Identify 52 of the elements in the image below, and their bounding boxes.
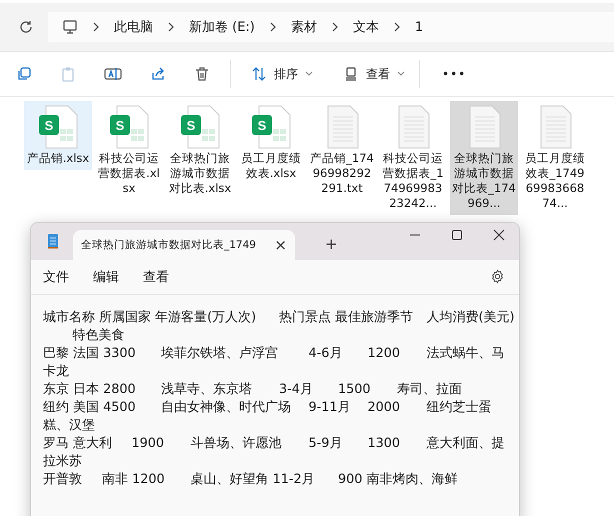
- text-line: 特色美食: [72, 327, 126, 345]
- file-item[interactable]: S 全球热门旅游城市数据对比表.xlsx: [166, 101, 234, 215]
- file-item[interactable]: 产品销_17496998292291.txt: [308, 101, 376, 215]
- text-line: 东京 日本 2800 浅草寺、东京塔 3-4月 1500 寿司、拉面: [43, 381, 463, 399]
- text-line: 开普敦 南非 1200 桌山、好望角 11-2月 900 南非烤肉、海鲜: [43, 471, 458, 489]
- caret-icon: [397, 71, 405, 77]
- address-bar[interactable]: 此电脑 新加卷 (E:) 素材 文本 1: [48, 12, 614, 42]
- settings-icon[interactable]: [490, 269, 505, 284]
- maximize-icon[interactable]: [451, 229, 463, 241]
- text-line: 拉米苏: [43, 453, 83, 471]
- file-item[interactable]: 全球热门旅游城市数据对比表_174969...: [450, 101, 518, 215]
- breadcrumb-item[interactable]: 1: [414, 20, 424, 34]
- chevron-icon: [167, 22, 175, 32]
- close-tab-button[interactable]: ×: [274, 236, 287, 254]
- text-line: 城市名称 所属国家 年游客量(万人次) 热门景点 最佳旅游季节 人均消费(美元): [43, 309, 516, 327]
- breadcrumb-item[interactable]: 素材: [290, 18, 317, 36]
- rename-icon[interactable]: [104, 66, 122, 82]
- caret-icon: [305, 71, 313, 77]
- sort-button[interactable]: 排序: [243, 62, 321, 86]
- text-line: 纽约 美国 4500 自由女神像、时代广场 9-11月 2000 纽约芝士蛋: [43, 399, 492, 417]
- file-item[interactable]: 科技公司运营数据表_17496998323242...: [379, 101, 447, 215]
- trash-icon[interactable]: [194, 66, 210, 82]
- document-tab[interactable]: 全球热门旅游城市数据对比表_1749 ×: [73, 230, 295, 260]
- text-line: 卡龙: [43, 363, 70, 381]
- view-icon: [343, 66, 359, 82]
- chevron-icon: [268, 22, 277, 32]
- text-line: 糕、汉堡: [43, 417, 96, 435]
- computer-icon: [62, 19, 78, 35]
- chevron-icon: [330, 22, 339, 32]
- file-item[interactable]: S 科技公司运营数据表.xlsx: [95, 101, 163, 215]
- breadcrumb-item[interactable]: 文本: [352, 18, 379, 36]
- file-item[interactable]: S 员工月度绩效表.xlsx: [237, 101, 305, 215]
- chevron-icon: [92, 22, 100, 32]
- menu-item[interactable]: 查看: [143, 268, 169, 286]
- breadcrumb-item[interactable]: 此电脑: [114, 18, 153, 36]
- file-item[interactable]: 员工月度绩效表_17496998366874...: [521, 101, 589, 215]
- menu-item[interactable]: 文件: [43, 268, 69, 286]
- close-icon[interactable]: [493, 229, 505, 241]
- view-button[interactable]: 查看: [335, 62, 413, 86]
- sort-icon: [251, 66, 267, 82]
- copy-icon[interactable]: [16, 66, 32, 82]
- share-icon[interactable]: [150, 66, 166, 82]
- breadcrumb-item[interactable]: 新加卷 (E:): [189, 18, 255, 36]
- text-line: 罗马 意大利 1900 斗兽场、许愿池 5-9月 1300 意大利面、提: [43, 435, 506, 453]
- file-item[interactable]: S 产品销.xlsx: [24, 101, 92, 170]
- notepad-icon: [47, 233, 59, 249]
- text-line: 巴黎 法国 3300 埃菲尔铁塔、卢浮宫 4-6月 1200 法式蜗牛、马: [43, 345, 506, 363]
- chevron-icon: [392, 22, 401, 32]
- refresh-icon[interactable]: [18, 19, 34, 35]
- menu-item[interactable]: 编辑: [93, 268, 119, 286]
- more-button[interactable]: •••: [432, 63, 476, 85]
- new-tab-button[interactable]: +: [325, 235, 338, 253]
